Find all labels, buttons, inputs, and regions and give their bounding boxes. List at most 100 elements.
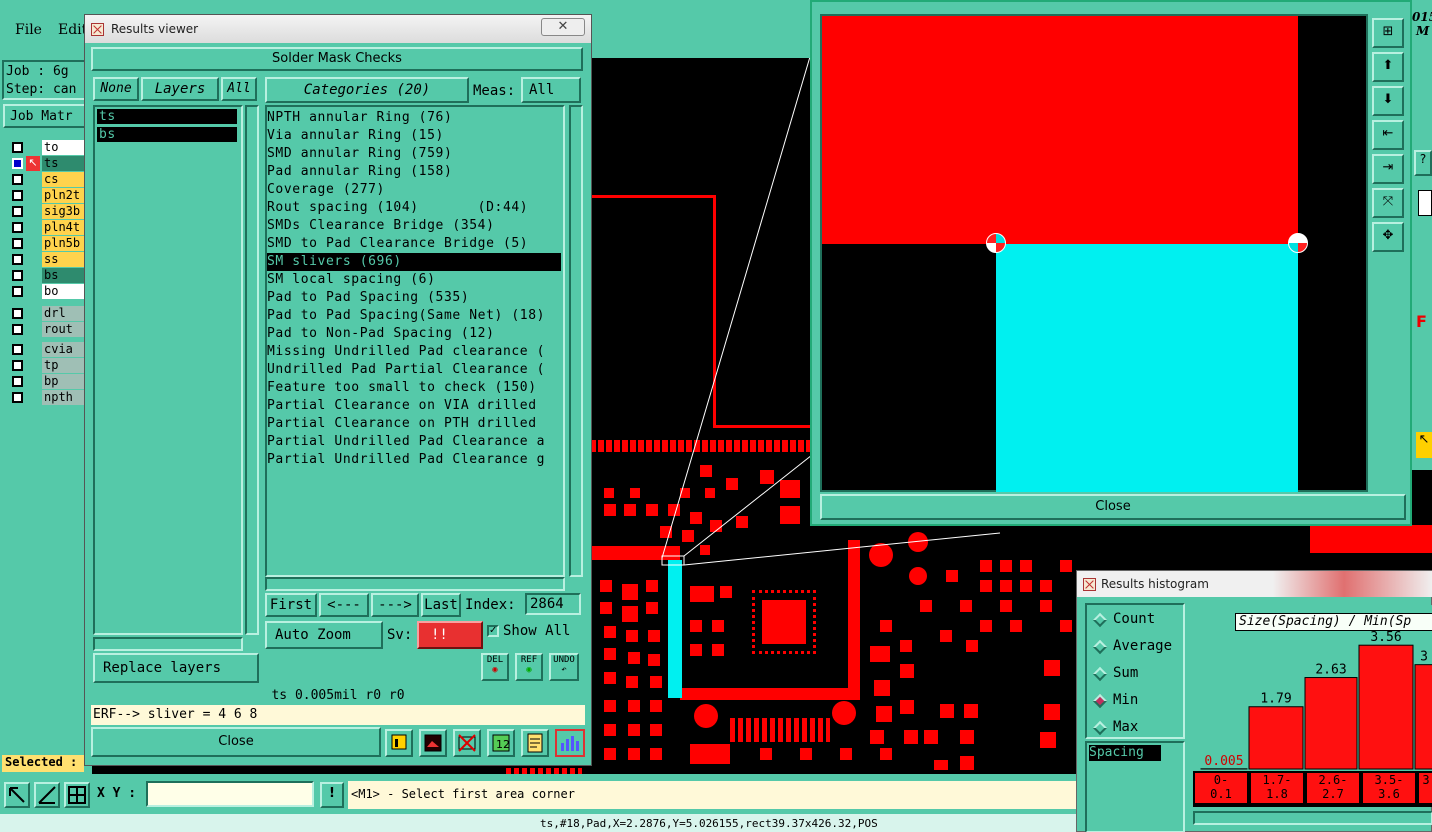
zoom-canvas[interactable] — [820, 14, 1368, 492]
category-item[interactable]: Partial Undrilled Pad Clearance g — [267, 451, 561, 469]
layer-label[interactable]: ss — [42, 252, 90, 267]
severity-dropdown[interactable]: !! — [417, 621, 483, 649]
last-button[interactable]: Last — [421, 593, 461, 617]
tool-grid-icon[interactable] — [64, 782, 90, 808]
histogram-icon[interactable] — [555, 729, 585, 757]
pan-left-icon[interactable]: ⇤ — [1372, 120, 1404, 150]
category-item[interactable]: Partial Undrilled Pad Clearance a — [267, 433, 561, 451]
show-all-checkbox[interactable]: ✓ — [487, 625, 499, 637]
layer-row-ts[interactable]: ↖ ts — [2, 156, 90, 172]
layers-button[interactable]: Layers — [141, 77, 219, 101]
layer-checkbox[interactable] — [12, 308, 23, 319]
layer-row-bs[interactable]: bs — [2, 268, 90, 284]
histogram-titlebar[interactable]: Results histogram — [1077, 571, 1432, 597]
histogram-option-min[interactable]: Min — [1092, 692, 1183, 712]
radio-diamond-icon[interactable] — [1092, 639, 1108, 655]
category-item[interactable]: SMDs Clearance Bridge (354) — [267, 217, 561, 235]
layer-label[interactable]: ts — [42, 156, 90, 171]
histogram-option-average[interactable]: Average — [1092, 638, 1183, 658]
layers-hscrollbar[interactable] — [93, 637, 243, 651]
layer-checkbox[interactable] — [12, 222, 23, 233]
histogram-option-count[interactable]: Count — [1092, 611, 1183, 631]
image-icon[interactable] — [419, 729, 447, 757]
layer-row-rout[interactable]: rout — [2, 322, 90, 338]
radio-diamond-icon[interactable] — [1092, 720, 1108, 736]
spacing-item[interactable]: Spacing — [1089, 745, 1161, 761]
layer-label[interactable]: pln5b — [42, 236, 90, 251]
layer-label[interactable]: pln4t — [42, 220, 90, 235]
histogram-field-list[interactable]: Spacing — [1085, 741, 1185, 832]
layer-label[interactable]: cvia — [42, 342, 90, 357]
results-viewer-titlebar[interactable]: Results viewer ✕ — [85, 15, 591, 43]
category-item[interactable]: Pad annular Ring (158) — [267, 163, 561, 181]
layer-checkbox[interactable] — [12, 206, 23, 217]
layer-checkbox[interactable] — [12, 344, 23, 355]
all-layers-button[interactable]: All — [221, 77, 257, 101]
layer-row-pln4t[interactable]: pln4t — [2, 220, 90, 236]
alert-icon[interactable]: ! — [320, 782, 344, 808]
radio-diamond-icon[interactable] — [1092, 666, 1108, 682]
category-item[interactable]: Rout spacing (104) (D:44) — [267, 199, 561, 217]
pan-right-icon[interactable]: ⇥ — [1372, 154, 1404, 184]
layer-row-to[interactable]: to — [2, 140, 90, 156]
category-item[interactable]: Feature too small to check (150) — [267, 379, 561, 397]
job-matrix-button[interactable]: Job Matr — [3, 104, 89, 128]
layer-checkbox[interactable] — [12, 158, 23, 169]
tool-measure-icon[interactable] — [34, 782, 60, 808]
undo-button[interactable]: UNDO ↶ — [549, 653, 579, 681]
strip-f-icon[interactable]: F — [1416, 312, 1432, 338]
replace-layers-button[interactable]: Replace layers — [93, 653, 259, 683]
categories-button[interactable]: Categories (20) — [265, 77, 469, 103]
report-icon[interactable] — [521, 729, 549, 757]
radio-diamond-icon[interactable] — [1092, 693, 1108, 709]
category-item[interactable]: Coverage (277) — [267, 181, 561, 199]
layer-row-ss[interactable]: ss — [2, 252, 90, 268]
histogram-hscrollbar[interactable] — [1193, 811, 1432, 825]
category-item[interactable]: Pad to Pad Spacing(Same Net) (18) — [267, 307, 561, 325]
strip-tool-icon[interactable] — [1418, 190, 1432, 216]
zoom-close-button[interactable]: Close — [820, 494, 1406, 520]
layers-listbox[interactable]: ts bs — [93, 105, 243, 635]
layer-label[interactable]: bo — [42, 284, 90, 299]
zoom-in-icon[interactable]: ⊞ — [1372, 18, 1404, 48]
layer-label[interactable]: drl — [42, 306, 90, 321]
histogram-option-sum[interactable]: Sum — [1092, 665, 1183, 685]
auto-zoom-dropdown[interactable]: Auto Zoom — [265, 621, 383, 649]
close-window-icon[interactable]: ✕ — [541, 18, 585, 36]
xy-input[interactable] — [146, 781, 314, 807]
categories-listbox[interactable]: NPTH annular Ring (76) Via annular Ring (… — [265, 105, 565, 577]
layer-checkbox[interactable] — [12, 270, 23, 281]
display-icon[interactable] — [385, 729, 413, 757]
category-item[interactable]: NPTH annular Ring (76) — [267, 109, 561, 127]
layer-checkbox[interactable] — [12, 174, 23, 185]
pan-up-icon[interactable]: ⬆ — [1372, 52, 1404, 82]
next-button[interactable]: ---> — [371, 593, 419, 617]
categories-vscrollbar[interactable] — [569, 105, 583, 577]
tool-select-icon[interactable] — [4, 782, 30, 808]
sequence-icon[interactable]: 12 — [487, 729, 515, 757]
layer-item-ts[interactable]: ts — [97, 109, 237, 124]
category-item[interactable]: Via annular Ring (15) — [267, 127, 561, 145]
layers-vscrollbar[interactable] — [245, 105, 259, 635]
layer-label[interactable]: npth — [42, 390, 90, 405]
layer-row-bp[interactable]: bp — [2, 374, 90, 390]
layer-checkbox[interactable] — [12, 360, 23, 371]
ref-button[interactable]: REF ◉ — [515, 653, 543, 681]
layer-label[interactable]: tp — [42, 358, 90, 373]
histogram-option-max[interactable]: Max — [1092, 719, 1183, 739]
close-button[interactable]: Close — [91, 727, 381, 757]
layer-row-pln5b[interactable]: pln5b — [2, 236, 90, 252]
category-item[interactable]: Partial Clearance on PTH drilled — [267, 415, 561, 433]
layer-label[interactable]: cs — [42, 172, 90, 187]
layer-label[interactable]: bs — [42, 268, 90, 283]
strip-cursor-icon[interactable]: ↖ — [1416, 432, 1432, 458]
meas-dropdown[interactable]: All — [521, 77, 581, 103]
first-button[interactable]: First — [265, 593, 317, 617]
zoom-home-icon[interactable]: ✥ — [1372, 222, 1404, 252]
menu-edit[interactable]: Edit — [58, 22, 87, 38]
menu-file[interactable]: File — [15, 22, 42, 38]
strip-tool-icon[interactable]: ? — [1414, 150, 1432, 176]
layer-row-tp[interactable]: tp — [2, 358, 90, 374]
layer-checkbox[interactable] — [12, 190, 23, 201]
category-item[interactable]: Missing Undrilled Pad clearance ( — [267, 343, 561, 361]
